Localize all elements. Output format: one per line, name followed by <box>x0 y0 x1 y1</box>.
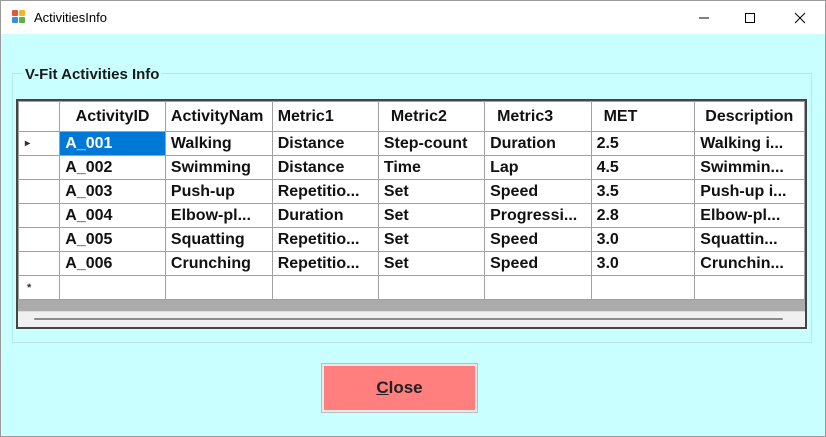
grid-cell-description[interactable]: Crunchin... <box>694 251 805 276</box>
grid-cell-metric2[interactable]: Set <box>377 251 486 276</box>
row-header[interactable] <box>18 251 61 276</box>
minimize-button[interactable] <box>681 1 727 34</box>
row-header-new[interactable]: * <box>18 275 61 300</box>
row-header[interactable] <box>18 179 61 204</box>
grid-cell-metric2[interactable]: Time <box>377 155 486 180</box>
grid-cell-empty[interactable] <box>377 275 486 300</box>
maximize-icon <box>745 12 755 23</box>
grid-cell-metric1[interactable]: Repetitio... <box>271 227 379 252</box>
grid-cell-description[interactable]: Push-up i... <box>694 179 805 204</box>
grid-cell-empty[interactable] <box>164 275 273 300</box>
grid-table: ActivityID ActivityNam Metric1 Metric2 M… <box>18 101 805 300</box>
close-button[interactable]: Close <box>321 363 478 413</box>
grid-cell-metric3[interactable]: Progressi... <box>484 203 592 228</box>
window: ActivitiesInfo V-Fit Activities Info Act… <box>0 0 826 437</box>
row-header-current[interactable]: ▸ <box>18 131 61 156</box>
grid-cell-metric1[interactable]: Distance <box>271 131 379 156</box>
grid-cell-metric2[interactable]: Step-count <box>377 131 486 156</box>
table-row[interactable]: A_002 Swimming Distance Time Lap 4.5 Swi… <box>18 155 805 180</box>
table-row[interactable]: A_006 Crunching Repetitio... Set Speed 3… <box>18 251 805 276</box>
window-title: ActivitiesInfo <box>34 10 107 25</box>
app-icon <box>12 10 26 24</box>
row-header[interactable] <box>18 203 61 228</box>
column-header-met[interactable]: MET <box>590 101 696 132</box>
grid-cell-description[interactable]: Swimmin... <box>694 155 805 180</box>
grid-header-row: ActivityID ActivityNam Metric1 Metric2 M… <box>18 101 805 132</box>
column-header-activityname[interactable]: ActivityNam <box>164 101 273 132</box>
close-window-button[interactable] <box>777 1 823 34</box>
scrollbar-thumb[interactable] <box>34 318 783 320</box>
title-bar: ActivitiesInfo <box>1 1 825 34</box>
grid-cell-met[interactable]: 2.8 <box>590 203 696 228</box>
grid-cell-activityname[interactable]: Squatting <box>164 227 273 252</box>
grid-cell-description[interactable]: Walking i... <box>694 131 805 156</box>
grid-cell-met[interactable]: 2.5 <box>590 131 696 156</box>
table-row[interactable]: A_003 Push-up Repetitio... Set Speed 3.5… <box>18 179 805 204</box>
grid-cell-description[interactable]: Squattin... <box>694 227 805 252</box>
groupbox-label: V-Fit Activities Info <box>23 66 162 83</box>
grid-cell-activityid[interactable]: A_002 <box>59 155 166 180</box>
minimize-icon <box>699 17 709 18</box>
grid-cell-empty[interactable] <box>59 275 166 300</box>
close-button-mnemonic: C <box>376 378 389 397</box>
row-header[interactable] <box>18 227 61 252</box>
grid-cell-met[interactable]: 4.5 <box>590 155 696 180</box>
table-row[interactable]: A_004 Elbow-pl... Duration Set Progressi… <box>18 203 805 228</box>
row-header[interactable] <box>18 155 61 180</box>
table-row[interactable]: A_005 Squatting Repetitio... Set Speed 3… <box>18 227 805 252</box>
column-header-metric3[interactable]: Metric3 <box>484 101 592 132</box>
grid-cell-activityid[interactable]: A_004 <box>59 203 166 228</box>
grid-cell-activityname[interactable]: Swimming <box>164 155 273 180</box>
column-header-description[interactable]: Description <box>694 101 805 132</box>
grid-cell-metric3[interactable]: Speed <box>484 251 592 276</box>
grid-cell-met[interactable]: 3.0 <box>590 227 696 252</box>
grid-cell-metric2[interactable]: Set <box>377 179 486 204</box>
grid-cell-activityid[interactable]: A_005 <box>59 227 166 252</box>
column-header-activityid[interactable]: ActivityID <box>59 101 166 132</box>
new-row[interactable]: * <box>18 275 805 300</box>
grid-cell-metric1[interactable]: Distance <box>271 155 379 180</box>
grid-cell-metric3[interactable]: Speed <box>484 179 592 204</box>
activities-data-grid[interactable]: ActivityID ActivityNam Metric1 Metric2 M… <box>16 99 807 329</box>
grid-cell-activityname[interactable]: Crunching <box>164 251 273 276</box>
grid-cell-empty[interactable] <box>590 275 696 300</box>
grid-cell-empty[interactable] <box>271 275 379 300</box>
grid-cell-description[interactable]: Elbow-pl... <box>694 203 805 228</box>
grid-cell-metric1[interactable]: Repetitio... <box>271 179 379 204</box>
grid-cell-activityid[interactable]: A_006 <box>59 251 166 276</box>
grid-cell-metric3[interactable]: Speed <box>484 227 592 252</box>
close-icon <box>794 12 806 23</box>
grid-cell-metric2[interactable]: Set <box>377 203 486 228</box>
maximize-button[interactable] <box>727 1 773 34</box>
close-button-label: lose <box>388 378 423 397</box>
grid-cell-metric3[interactable]: Duration <box>484 131 592 156</box>
grid-cell-activityname[interactable]: Push-up <box>164 179 273 204</box>
grid-cell-activityname[interactable]: Walking <box>164 131 273 156</box>
grid-cell-activityname[interactable]: Elbow-pl... <box>164 203 273 228</box>
grid-cell-metric1[interactable]: Duration <box>271 203 379 228</box>
grid-cell-met[interactable]: 3.0 <box>590 251 696 276</box>
table-row[interactable]: ▸ A_001 Walking Distance Step-count Dura… <box>18 131 805 156</box>
grid-cell-metric3[interactable]: Lap <box>484 155 592 180</box>
grid-corner-header <box>18 101 61 132</box>
grid-cell-metric2[interactable]: Set <box>377 227 486 252</box>
column-header-metric1[interactable]: Metric1 <box>271 101 379 132</box>
column-header-metric2[interactable]: Metric2 <box>377 101 486 132</box>
grid-cell-empty[interactable] <box>484 275 592 300</box>
grid-cell-met[interactable]: 3.5 <box>590 179 696 204</box>
grid-cell-activityid[interactable]: A_003 <box>59 179 166 204</box>
grid-cell-empty[interactable] <box>694 275 805 300</box>
grid-cell-activityid[interactable]: A_001 <box>59 131 166 156</box>
grid-cell-metric1[interactable]: Repetitio... <box>271 251 379 276</box>
horizontal-scrollbar[interactable] <box>18 311 805 327</box>
